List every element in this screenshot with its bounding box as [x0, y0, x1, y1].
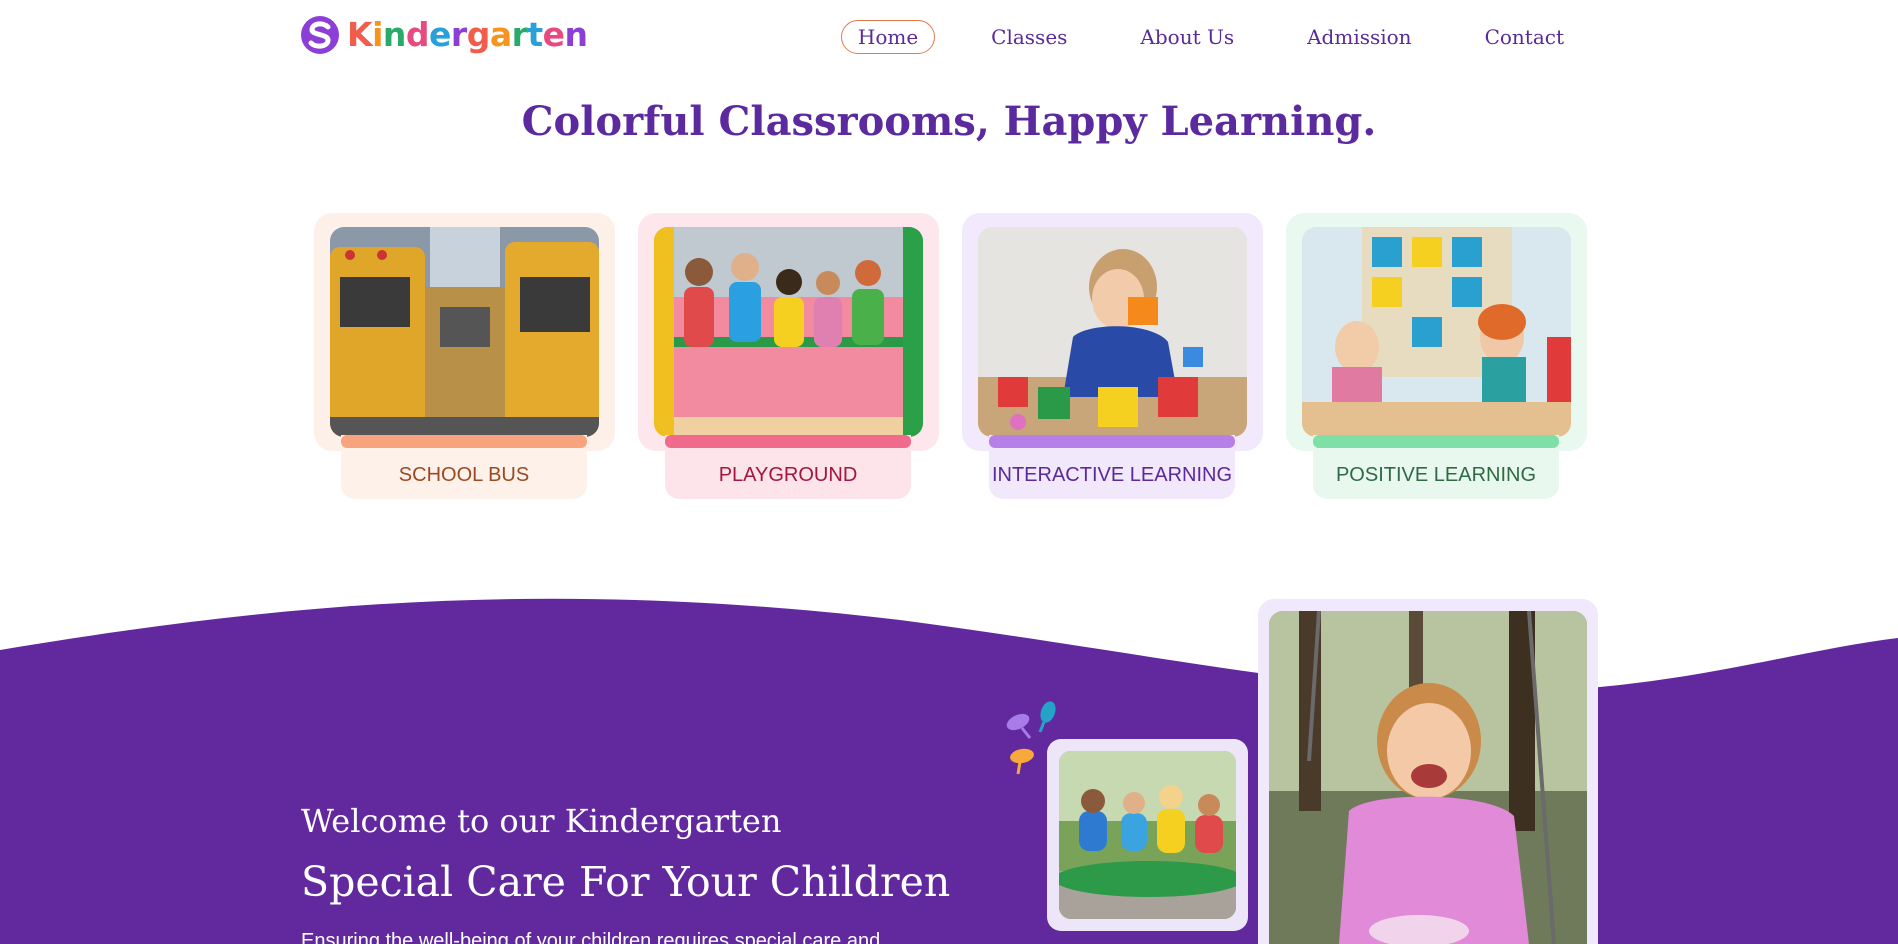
welcome-text: Ensuring the well-being of your children… [301, 930, 881, 944]
merry-go-round-photo-frame [1047, 739, 1248, 931]
gallery-card-label-text: POSITIVE LEARNING [1335, 464, 1537, 486]
gallery-card-label[interactable]: SCHOOL BUS [341, 435, 587, 499]
brand-letter: a [489, 15, 512, 54]
gallery-card-accent-bar [341, 435, 587, 448]
gallery-card-label-text: SCHOOL BUS [398, 464, 530, 486]
brand-letter: t [527, 15, 543, 54]
gallery-card-photo [1302, 227, 1571, 437]
girl-on-swing-photo-frame [1258, 599, 1598, 944]
brand-letter: g [466, 15, 491, 54]
gallery-card-accent-bar [1313, 435, 1559, 448]
brand-letter: n [564, 15, 589, 54]
nav-item-contact[interactable]: Contact [1468, 20, 1581, 54]
brand-letter: d [405, 15, 430, 54]
gallery-card-photo [330, 227, 599, 437]
nav-item-about-us[interactable]: About Us [1123, 20, 1251, 54]
brand-name: Kindergarten [347, 15, 588, 55]
brand-letter: r [511, 15, 528, 54]
gallery-card[interactable] [962, 213, 1263, 451]
gallery-card-accent-bar [665, 435, 911, 448]
gallery-card-label[interactable]: POSITIVE LEARNING [1313, 435, 1559, 499]
pin-teal-icon [1038, 701, 1056, 733]
main-nav: Home Classes About Us Admission Contact [802, 20, 1581, 54]
gallery-card-label[interactable]: INTERACTIVE LEARNING [989, 435, 1235, 499]
gallery-card-label[interactable]: PLAYGROUND [665, 435, 911, 499]
brand-letter: K [347, 15, 373, 54]
nav-item-home[interactable]: Home [840, 20, 936, 54]
gallery-card[interactable] [638, 213, 939, 451]
brand-letter: i [372, 15, 383, 54]
nav-item-admission[interactable]: Admission [1290, 20, 1428, 54]
nav-item-classes[interactable]: Classes [974, 20, 1084, 54]
brand-logo[interactable]: Kindergarten [301, 15, 588, 55]
gallery-card[interactable] [314, 213, 615, 451]
gallery-card-photo [654, 227, 923, 437]
brand-letter: e [542, 15, 565, 54]
pin-purple-icon [1006, 713, 1032, 739]
welcome-title: Special Care For Your Children [301, 858, 951, 906]
merry-go-round-photo [1059, 751, 1236, 919]
gallery-card-label-text: INTERACTIVE LEARNING [991, 464, 1233, 486]
gallery-card-label-text: PLAYGROUND [718, 464, 858, 486]
gallery-card-photo [978, 227, 1247, 437]
girl-on-swing-photo [1269, 611, 1587, 944]
gallery-card[interactable] [1286, 213, 1587, 451]
brand-letter: e [429, 15, 451, 54]
gallery-title: Colorful Classrooms, Happy Learning. [521, 98, 1377, 145]
site-header: Kindergarten Home Classes About Us Admissio… [0, 0, 1898, 72]
welcome-subtitle: Welcome to our Kindergarten [301, 802, 782, 840]
pin-orange-icon [1010, 748, 1034, 775]
gallery-card-accent-bar [989, 435, 1235, 448]
brand-letter: n [382, 15, 407, 54]
brand-letter: r [450, 15, 467, 54]
s-swirl-icon [301, 16, 339, 54]
